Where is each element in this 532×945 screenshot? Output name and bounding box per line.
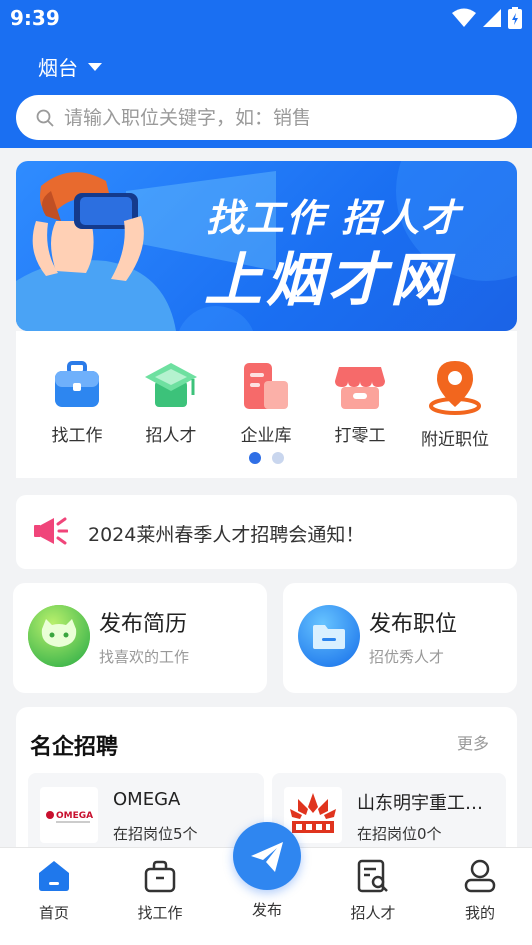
quick-item-label: 打零工 — [334, 426, 386, 446]
city-label: 烟台 — [38, 56, 78, 80]
omega-logo-mark: OMEGA — [46, 811, 93, 823]
quick-item-label: 附近职位 — [421, 430, 489, 450]
card-subtitle: 找喜欢的工作 — [99, 648, 190, 666]
bag-icon — [144, 860, 176, 893]
wifi-icon — [452, 8, 476, 27]
city-selector[interactable]: 烟台 — [38, 52, 102, 81]
publish-button[interactable] — [233, 822, 301, 890]
promo-banner[interactable]: 找工作 招人才 上烟才网 — [16, 161, 517, 331]
company-job-count: 在招岗位5个 — [113, 825, 198, 843]
omega-logo-text: OMEGA — [56, 811, 93, 821]
company-name: OMEGA — [113, 789, 181, 810]
location-pin-icon — [429, 361, 481, 415]
quick-menu: 找工作 招人才 企业库 打零工 附近职位 — [16, 331, 517, 478]
company-job-count: 在招岗位0个 — [357, 825, 442, 843]
status-time: 9:39 — [10, 6, 60, 30]
tab-label: 首页 — [38, 904, 69, 922]
card-title: 发布职位 — [369, 612, 458, 637]
tab-recruit[interactable]: 招人才 — [333, 858, 413, 923]
notice-text: 2024莱州春季人才招聘会通知！ — [88, 524, 365, 546]
post-job-card[interactable]: 发布职位 招优秀人才 — [283, 583, 517, 693]
briefcase-icon — [55, 361, 99, 407]
status-icons — [452, 7, 522, 29]
chevron-down-icon — [88, 62, 102, 71]
card-subtitle: 招优秀人才 — [369, 648, 445, 666]
quick-item-odd-jobs[interactable]: 打零工 — [320, 359, 400, 446]
robot-face-icon — [28, 605, 90, 667]
quick-item-recruit[interactable]: 招人才 — [131, 359, 211, 446]
notice-bar[interactable]: 2024莱州春季人才招聘会通知！ — [16, 495, 517, 569]
signal-icon — [483, 9, 501, 27]
carousel-dot-active[interactable] — [249, 452, 261, 464]
search-input[interactable] — [64, 106, 484, 129]
quick-item-companies[interactable]: 企业库 — [226, 359, 306, 446]
search-bar[interactable] — [16, 95, 517, 140]
company-name: 山东明宇重工… — [357, 793, 483, 814]
quick-item-find-job[interactable]: 找工作 — [37, 359, 117, 446]
folder-icon — [298, 605, 360, 667]
more-link[interactable]: 更多 — [457, 730, 489, 754]
shop-icon — [335, 367, 385, 409]
header: 9:39 烟台 — [0, 0, 532, 148]
graduation-cap-icon — [145, 363, 197, 407]
card-title: 发布简历 — [99, 612, 188, 637]
tab-label: 找工作 — [137, 904, 183, 922]
publish-label: 发布 — [251, 901, 282, 919]
post-resume-card[interactable]: 发布简历 找喜欢的工作 — [13, 583, 267, 693]
tab-me[interactable]: 我的 — [440, 858, 520, 923]
quick-item-nearby-jobs[interactable]: 附近职位 — [415, 359, 495, 450]
tab-find-job[interactable]: 找工作 — [120, 858, 200, 923]
paper-plane-icon — [251, 842, 283, 872]
carousel-dots — [16, 452, 517, 464]
tab-home[interactable]: 首页 — [14, 858, 94, 923]
document-search-icon — [357, 859, 388, 893]
user-icon — [464, 859, 496, 893]
omega-logo: OMEGA — [40, 787, 98, 843]
megaphone-icon — [34, 517, 68, 545]
quick-item-label: 找工作 — [51, 426, 103, 446]
quick-item-label: 招人才 — [145, 426, 197, 446]
banner-line2: 上烟才网 — [204, 246, 453, 314]
tab-label: 我的 — [464, 904, 495, 922]
quick-item-label: 企业库 — [240, 426, 292, 446]
carousel-dot[interactable] — [272, 452, 284, 464]
status-bar: 9:39 — [0, 0, 532, 36]
section-title: 名企招聘 — [30, 735, 119, 760]
battery-icon — [508, 7, 522, 29]
home-icon — [39, 861, 69, 891]
search-icon — [36, 109, 54, 127]
tab-label: 招人才 — [350, 904, 396, 922]
building-icon — [244, 363, 288, 409]
